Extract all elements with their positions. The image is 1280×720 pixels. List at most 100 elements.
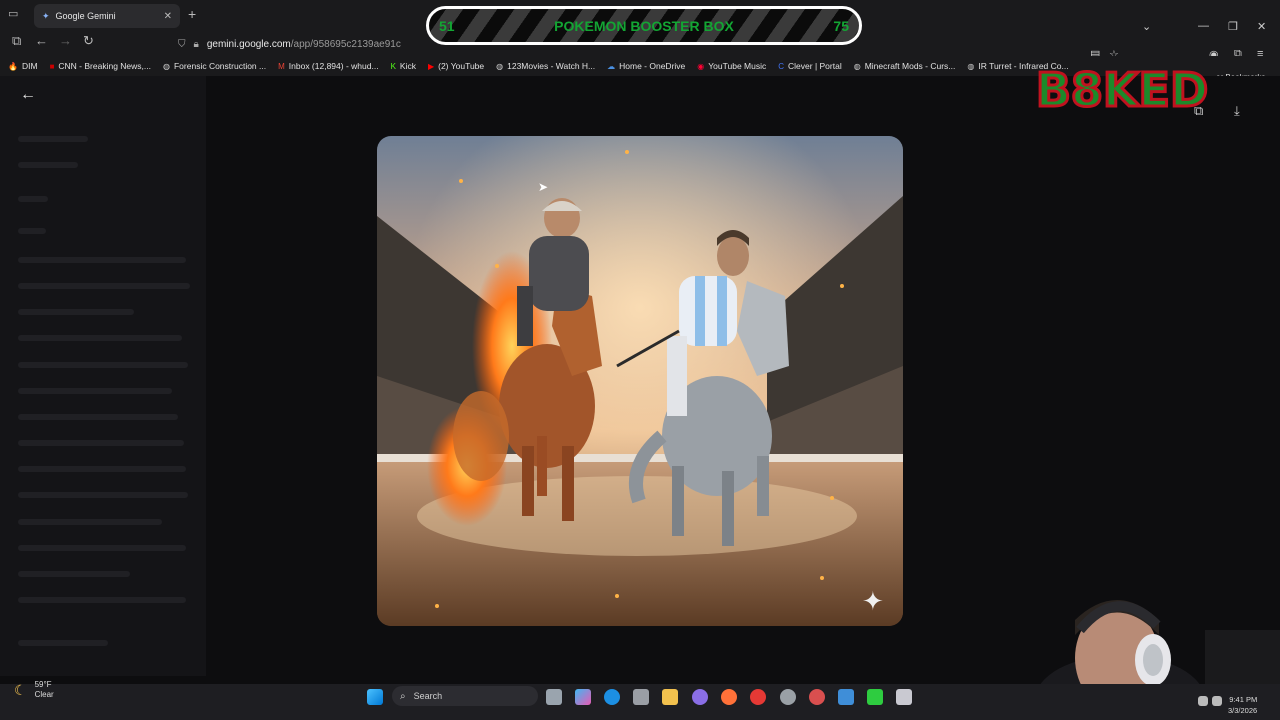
copilot-icon[interactable] xyxy=(575,689,591,705)
sidebar-settings[interactable] xyxy=(18,640,108,646)
start-button-icon[interactable] xyxy=(367,689,383,705)
sidebar-item[interactable] xyxy=(18,466,186,472)
shield-icon[interactable]: ⛉ xyxy=(178,39,186,50)
youtube-music-icon: ◉ xyxy=(697,61,705,71)
system-clock[interactable]: 9:41 PM 3/3/2026 xyxy=(1228,694,1257,716)
bookmark-item[interactable]: ☁ Home - OneDrive xyxy=(607,61,685,71)
sidebar-item[interactable] xyxy=(18,309,134,315)
globe-icon: ◍ xyxy=(163,61,170,71)
stream-goal-banner: 51 POKEMON BOOSTER BOX 75 xyxy=(426,6,862,45)
sidebar-item[interactable] xyxy=(18,196,48,202)
search-label: Search xyxy=(413,691,443,701)
store-icon[interactable] xyxy=(633,689,649,705)
snipping-tool-icon[interactable] xyxy=(896,689,912,705)
sidebar-item[interactable] xyxy=(18,335,182,341)
bookmark-label: Kick xyxy=(399,61,416,71)
tab-title: Google Gemini xyxy=(55,11,116,21)
firefox-icon[interactable] xyxy=(721,689,737,705)
sidebar-item[interactable] xyxy=(18,362,188,368)
new-tab-button[interactable]: + xyxy=(188,6,196,22)
reload-icon[interactable]: ↻ xyxy=(83,33,94,49)
task-view-icon[interactable] xyxy=(546,689,562,705)
bookmark-label: Home - OneDrive xyxy=(619,61,686,71)
kick-icon: K xyxy=(390,61,396,71)
sidebar-item[interactable] xyxy=(18,283,190,289)
bookmark-label: (2) YouTube xyxy=(438,61,485,71)
flame-icon: 🔥 xyxy=(8,61,18,71)
url-path: /app/958695c2139ae91c xyxy=(290,38,401,50)
lock-icon[interactable]: 🔒︎ xyxy=(194,39,199,50)
network-icon[interactable] xyxy=(1198,696,1208,706)
sidebar-item[interactable] xyxy=(18,162,78,168)
generated-image[interactable] xyxy=(377,136,903,626)
bookmark-item[interactable]: ◍ 123Movies - Watch H... xyxy=(496,61,595,71)
bookmark-item[interactable]: ◍ Minecraft Mods - Curs... xyxy=(854,61,956,71)
back-arrow-icon[interactable]: ← xyxy=(20,86,36,104)
bookmark-label: YouTube Music xyxy=(708,61,767,71)
split-view-icon[interactable]: ⧉ xyxy=(12,33,21,49)
sidebar-item[interactable] xyxy=(18,545,186,551)
sidebar-item[interactable] xyxy=(18,571,130,577)
sidebar-item[interactable] xyxy=(18,597,186,603)
sidebar-item[interactable] xyxy=(18,257,186,263)
clever-icon: C xyxy=(778,61,785,71)
globe-icon: ◍ xyxy=(853,61,861,71)
bookmark-label: Clever | Portal xyxy=(788,61,842,71)
search-icon: ⌕ xyxy=(400,690,406,702)
url-host: gemini.google.com xyxy=(206,38,291,50)
bookmark-label: Inbox (12,894) - whud... xyxy=(288,61,379,71)
download-icon[interactable]: ⤓ xyxy=(1234,103,1240,119)
bookmark-item[interactable]: C Clever | Portal xyxy=(778,61,841,71)
weather-widget[interactable]: ☾ 59°F Clear xyxy=(14,680,54,700)
photos-icon[interactable] xyxy=(838,689,854,705)
banner-title: POKEMON BOOSTER BOX xyxy=(554,17,734,34)
sidebar-item[interactable] xyxy=(18,492,188,498)
sidebar-item[interactable] xyxy=(18,388,172,394)
sidebar-item[interactable] xyxy=(18,440,184,446)
tab-actions-icon[interactable]: ▭ xyxy=(8,7,18,20)
bookmark-item[interactable]: ▶ (2) YouTube xyxy=(428,61,484,71)
banner-left-count: 51 xyxy=(439,17,455,34)
youtube-icon: ▶ xyxy=(427,61,435,71)
media-player-icon[interactable] xyxy=(750,689,766,705)
cnn-icon: ■ xyxy=(49,61,55,71)
logo-text: B8KED xyxy=(1036,63,1208,115)
play-icon[interactable] xyxy=(867,689,883,705)
file-explorer-icon[interactable] xyxy=(662,689,678,705)
b8ked-logo: B8KED xyxy=(1034,63,1209,115)
tab-google-gemini[interactable]: ✦ Google Gemini ✕ xyxy=(34,4,180,28)
bookmark-item[interactable]: ◉ YouTube Music xyxy=(697,61,766,71)
sidebar-item[interactable] xyxy=(18,228,46,234)
gmail-icon: M xyxy=(278,61,285,71)
volume-icon[interactable] xyxy=(1212,696,1222,706)
banner-right-count: 75 xyxy=(833,17,849,34)
weather-temp: 59°F xyxy=(34,680,52,689)
bookmark-label: Minecraft Mods - Curs... xyxy=(864,61,956,71)
globe-icon: ◍ xyxy=(496,61,504,71)
sidebar-item[interactable] xyxy=(18,414,178,420)
sidebar-item[interactable] xyxy=(18,136,88,142)
taskbar-search[interactable]: ⌕ Search xyxy=(392,686,538,706)
discord-icon[interactable] xyxy=(692,689,708,705)
bookmark-item[interactable]: M Inbox (12,894) - whud... xyxy=(278,61,378,71)
tab-close-icon[interactable]: ✕ xyxy=(164,11,172,22)
edge-icon[interactable] xyxy=(604,689,620,705)
weather-desc: Clear xyxy=(34,690,54,699)
moon-icon: ☾ xyxy=(14,681,27,698)
forward-icon[interactable]: → xyxy=(59,33,72,48)
back-icon[interactable]: ← xyxy=(35,33,48,48)
bookmark-label: 123Movies - Watch H... xyxy=(507,61,596,71)
bookmark-label: Forensic Construction ... xyxy=(173,61,267,71)
gemini-sparkle-icon: ✦ xyxy=(862,586,884,616)
bookmark-item[interactable]: 🔥 DIM xyxy=(8,61,38,71)
sidebar-item[interactable] xyxy=(18,519,162,525)
bookmark-item[interactable]: K Kick xyxy=(391,61,416,71)
onedrive-icon: ☁ xyxy=(607,61,616,71)
mouse-cursor-icon: ➤ xyxy=(538,180,549,194)
settings-icon[interactable] xyxy=(780,689,796,705)
bookmark-item[interactable]: ◍ Forensic Construction ... xyxy=(163,61,266,71)
bookmark-label: DIM xyxy=(21,61,38,71)
recording-icon[interactable] xyxy=(809,689,825,705)
clock-time: 9:41 PM xyxy=(1229,695,1258,704)
bookmark-item[interactable]: ■ CNN - Breaking News,... xyxy=(50,61,151,71)
